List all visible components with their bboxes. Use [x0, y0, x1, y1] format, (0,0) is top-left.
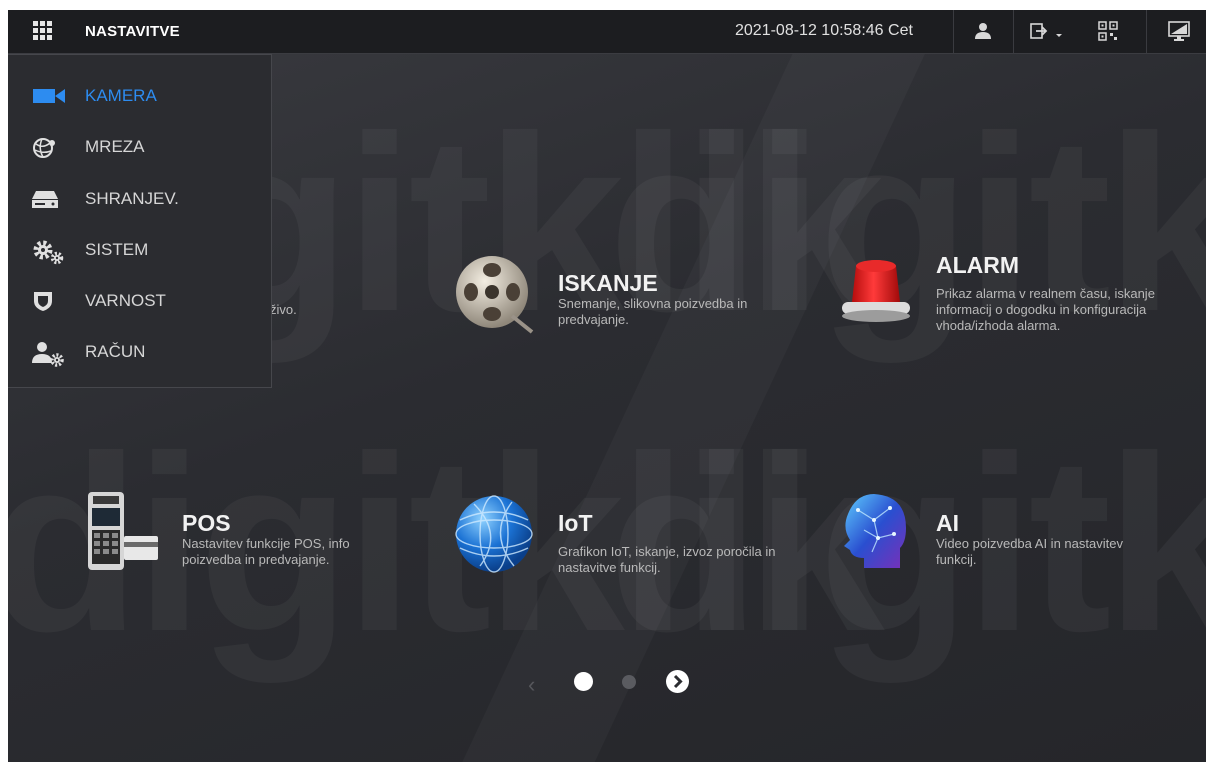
- pager-dot[interactable]: [622, 675, 636, 689]
- gears-icon: [32, 239, 64, 265]
- pager-next-icon[interactable]: [666, 670, 689, 693]
- tile-description: Prikaz alarma v realnem času, iskanje in…: [936, 286, 1155, 333]
- menu-item-mreza[interactable]: MREZA: [8, 127, 270, 167]
- settings-side-menu: KAMERA MREZA SHRANJEV. SISTEM VARNOST RA…: [8, 54, 272, 388]
- menu-item-sistem[interactable]: SISTEM: [8, 230, 270, 270]
- logout-dropdown-icon[interactable]: [1030, 22, 1066, 45]
- tile-title: ALARM: [936, 252, 1020, 278]
- menu-item-racun[interactable]: RAČUN: [8, 332, 270, 372]
- tile-pos[interactable]: POS Nastavitev funkcije POS, info poizve…: [80, 490, 400, 580]
- toolbar-divider: [1146, 10, 1147, 53]
- tile-alarm[interactable]: ALARM Prikaz alarma v realnem času, iska…: [834, 250, 1174, 340]
- app-window: digitklik digitklik digitklik digitklik …: [8, 10, 1206, 762]
- tile-title: ISKANJE: [558, 270, 658, 296]
- tile-description: Nastavitev funkcije POS, info poizvedba …: [182, 536, 350, 567]
- storage-drive-icon: [32, 188, 62, 210]
- tile-description: Snemanje, slikovna poizvedba in predvaja…: [558, 296, 748, 327]
- menu-item-varnost[interactable]: VARNOST: [8, 281, 270, 321]
- tile-description: Grafikon IoT, iskanje, izvoz poročila in…: [558, 544, 776, 575]
- tile-title: AI: [936, 510, 959, 536]
- page-title: NASTAVITVE: [85, 23, 180, 40]
- toolbar-divider: [953, 10, 954, 53]
- network-globe-icon: [32, 136, 62, 158]
- ai-head-icon: [834, 490, 914, 579]
- siren-icon: [834, 250, 918, 337]
- pager-prev-icon[interactable]: ‹: [528, 672, 535, 698]
- tile-ai[interactable]: AI Video poizvedba AI in nastavitev funk…: [834, 490, 1174, 580]
- menu-item-label: KAMERA: [85, 86, 157, 105]
- top-bar: NASTAVITVE 2021-08-12 10:58:46 Cet: [8, 10, 1206, 54]
- globe-icon: [454, 494, 534, 579]
- tile-description: Video poizvedba AI in nastavitev funkcij…: [936, 536, 1123, 567]
- menu-item-kamera[interactable]: KAMERA: [8, 76, 270, 116]
- hidden-tile-description-fragment: živo.: [270, 302, 297, 317]
- main-menu-grid-icon[interactable]: [33, 21, 53, 41]
- film-reel-icon: [454, 252, 536, 339]
- pos-terminal-icon: [80, 490, 162, 579]
- tile-title: POS: [182, 510, 231, 536]
- pager-dot-active[interactable]: [574, 672, 593, 691]
- camera-icon: [32, 85, 65, 107]
- menu-item-label: SISTEM: [85, 240, 149, 259]
- menu-item-label: MREZA: [85, 137, 145, 156]
- shield-icon: [32, 290, 62, 312]
- tile-title: IoT: [558, 510, 593, 536]
- user-icon[interactable]: [974, 22, 992, 45]
- system-datetime: 2021-08-12 10:58:46 Cet: [735, 22, 913, 39]
- menu-item-shranjev[interactable]: SHRANJEV.: [8, 179, 270, 219]
- menu-item-label: SHRANJEV.: [85, 189, 179, 208]
- tile-iot[interactable]: IoT Grafikon IoT, iskanje, izvoz poročil…: [454, 494, 794, 584]
- tile-iskanje[interactable]: ISKANJE Snemanje, slikovna poizvedba in …: [454, 252, 784, 342]
- user-gear-icon: [32, 341, 64, 367]
- menu-item-label: VARNOST: [85, 291, 166, 310]
- toolbar-divider: [1013, 10, 1014, 53]
- menu-item-label: RAČUN: [85, 342, 146, 361]
- qr-code-icon[interactable]: [1098, 21, 1118, 46]
- display-monitor-icon[interactable]: [1168, 21, 1190, 46]
